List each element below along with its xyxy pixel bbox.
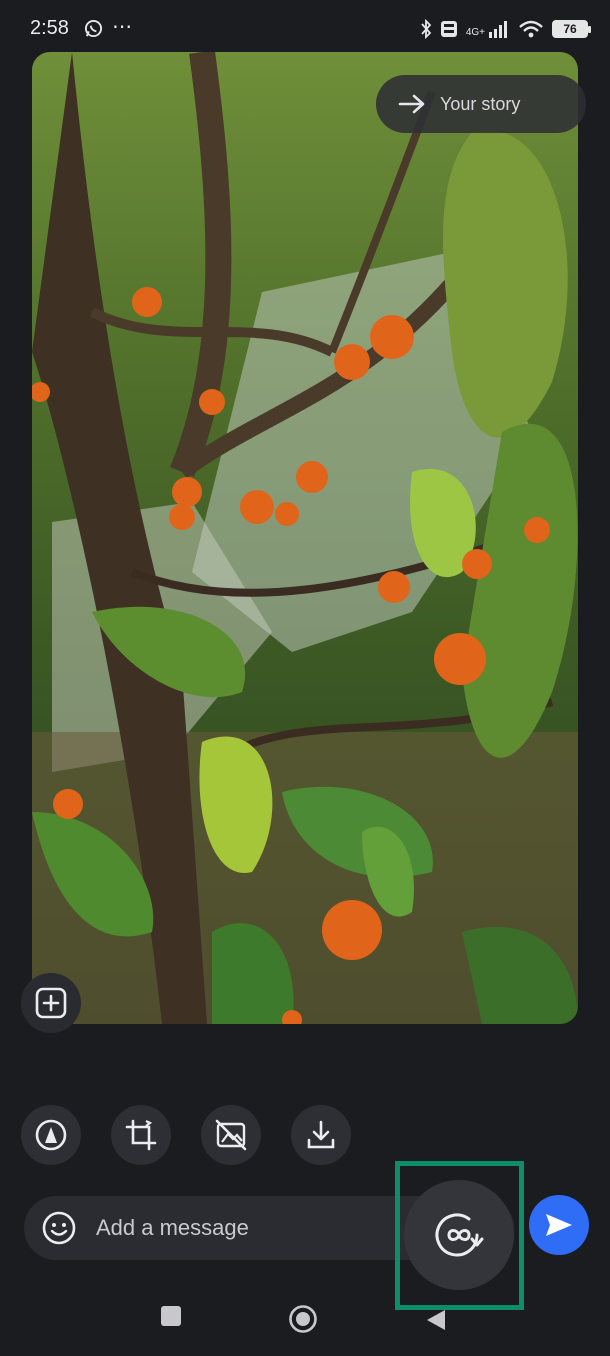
- arrow-right-icon: [398, 94, 425, 114]
- hide-photo-button[interactable]: [201, 1105, 261, 1165]
- hide-photo-icon: [215, 1119, 247, 1151]
- network-type-label: 4G+: [465, 27, 485, 38]
- share-to-story-button[interactable]: Your story: [376, 75, 586, 133]
- status-bar: 2:58 ⋯ 4G+ 76: [0, 0, 610, 58]
- markup-button[interactable]: [21, 1105, 81, 1165]
- bluetooth-icon: [421, 19, 432, 39]
- status-time: 2:58: [30, 17, 69, 39]
- send-icon: [546, 1214, 572, 1236]
- signal-group: 4G+: [466, 20, 510, 38]
- download-icon: [307, 1120, 335, 1149]
- signal-icon: [489, 21, 507, 38]
- crop-rotate-button[interactable]: [111, 1105, 171, 1165]
- whatsapp-icon: [84, 19, 103, 38]
- back-icon[interactable]: [425, 1308, 447, 1332]
- orange-tree-image: [32, 52, 578, 1024]
- share-label: Your story: [440, 93, 521, 114]
- highlight-box: [395, 1161, 524, 1310]
- battery-icon: 76: [552, 20, 591, 38]
- send-button[interactable]: [529, 1195, 589, 1255]
- story-photo: [32, 52, 578, 1024]
- emoji-icon[interactable]: [42, 1211, 76, 1245]
- wifi-icon: [519, 20, 543, 38]
- add-icon: [35, 987, 67, 1019]
- crop-rotate-icon: [125, 1119, 157, 1151]
- home-icon[interactable]: [288, 1304, 318, 1334]
- download-button[interactable]: [291, 1105, 351, 1165]
- message-input[interactable]: [96, 1212, 416, 1244]
- recents-icon[interactable]: [160, 1305, 182, 1327]
- markup-icon: [35, 1119, 67, 1151]
- status-icons: 4G+ 76: [420, 18, 591, 40]
- volte-icon: [440, 21, 457, 37]
- add-button[interactable]: [21, 973, 81, 1033]
- more-notifications-icon: ⋯: [112, 16, 133, 38]
